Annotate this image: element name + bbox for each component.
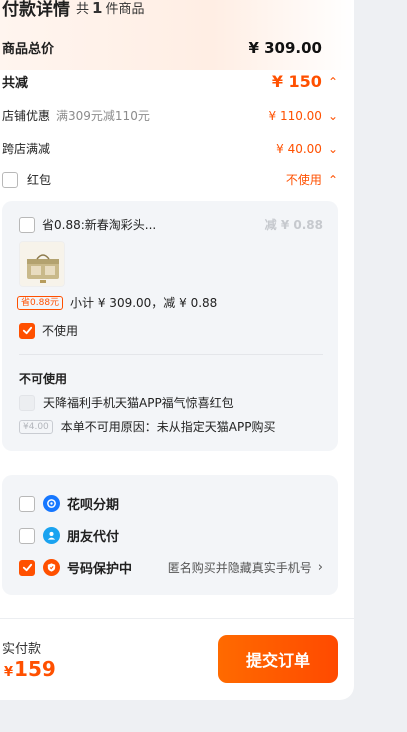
- shop-discount-note: 满309元减110元: [56, 109, 150, 123]
- unavailable-item: 天降福利手机天猫APP福气惊喜红包: [43, 396, 234, 410]
- unavailable-checkbox: [19, 394, 35, 411]
- payment-options-card: 花呗分期 朋友代付 号码保护中 匿名购买并隐藏真实手机号 ›: [2, 475, 338, 595]
- redpacket-row[interactable]: 红包 不使用 ⌃: [2, 171, 338, 188]
- not-use-label: 不使用: [42, 324, 79, 338]
- goods-total-row: 商品总价 ¥ 309.00: [2, 38, 322, 58]
- gift-box-image: [20, 242, 64, 286]
- actual-pay-label-row: 实付款: [2, 638, 41, 657]
- save-tag: 省0.88元: [17, 295, 64, 310]
- shield-icon: [43, 559, 60, 576]
- huabei-icon: [43, 495, 60, 512]
- chevron-up-icon[interactable]: ⌃: [328, 75, 338, 89]
- not-use-checkbox[interactable]: [19, 322, 35, 339]
- goods-total-value: ¥ 309.00: [248, 38, 322, 57]
- submit-order-button[interactable]: 提交订单: [218, 635, 338, 683]
- unavailable-title-row: 不可使用: [19, 370, 67, 387]
- page-header: 付款详情 共 1 件商品: [2, 0, 144, 20]
- cross-store-row[interactable]: 跨店满减 ¥ 40.00 ⌄: [2, 140, 338, 157]
- unavailable-tag: ¥4.00: [19, 419, 53, 434]
- redpacket-checkbox[interactable]: [2, 171, 18, 188]
- unavailable-item-row: 天降福利手机天猫APP福气惊喜红包: [19, 394, 234, 411]
- payment-detail-panel: 付款详情 共 1 件商品 商品总价 ¥ 309.00 共减 ¥ 150 ⌃ 店铺优惠…: [0, 0, 354, 700]
- redpacket-card: 省0.88:新春淘彩头... 减 ¥ 0.88 省0.88元 小计 ¥ 309.…: [2, 201, 338, 451]
- number-protect-checkbox[interactable]: [19, 559, 35, 576]
- huabei-label: 花呗分期: [67, 498, 120, 513]
- check-icon: [22, 563, 32, 572]
- page-title: 付款详情: [2, 0, 70, 20]
- cross-store-value: ¥ 40.00: [276, 141, 322, 156]
- discount-total-row[interactable]: 共减 ¥ 150 ⌃: [2, 72, 338, 91]
- actual-pay-label: 实付款: [2, 642, 42, 657]
- item-count: 共 1 件商品: [76, 0, 145, 17]
- number-protect-row[interactable]: 号码保护中 匿名购买并隐藏真实手机号 ›: [19, 558, 323, 577]
- chevron-down-icon[interactable]: ⌄: [328, 109, 338, 123]
- currency-symbol: ¥: [4, 665, 14, 680]
- unavailable-reason-row: ¥4.00 本单不可用原因：未从指定天猫APP购买: [19, 418, 275, 435]
- redpacket-item-checkbox[interactable]: [19, 216, 35, 233]
- check-icon: [22, 326, 32, 335]
- friend-pay-checkbox[interactable]: [19, 527, 35, 544]
- unavailable-reason: 本单不可用原因：未从指定天猫APP购买: [60, 420, 276, 434]
- redpacket-label: 红包: [27, 173, 52, 187]
- chevron-right-icon[interactable]: ›: [318, 560, 323, 575]
- shop-discount-label: 店铺优惠: [2, 109, 51, 123]
- redpacket-item-row[interactable]: 省0.88:新春淘彩头... 减 ¥ 0.88: [19, 216, 323, 233]
- discount-total-label: 共减: [2, 76, 29, 91]
- shop-discount-row[interactable]: 店铺优惠 满309元减110元 ¥ 110.00 ⌄: [2, 107, 338, 124]
- number-protect-label: 号码保护中: [67, 562, 133, 577]
- actual-pay-amount: ¥ 159: [4, 657, 56, 681]
- subtotal-text: 小计 ¥ 309.00，减 ¥ 0.88: [70, 296, 218, 310]
- chevron-up-icon[interactable]: ⌃: [328, 173, 338, 187]
- friend-pay-row[interactable]: 朋友代付: [19, 526, 119, 545]
- chevron-down-icon[interactable]: ⌄: [328, 142, 338, 156]
- footer-divider: [0, 618, 354, 619]
- redpacket-value: 不使用: [285, 173, 322, 187]
- friend-pay-label: 朋友代付: [67, 530, 120, 545]
- cross-store-label: 跨店满减: [2, 142, 51, 156]
- redpacket-item-discount: 减 ¥ 0.88: [264, 218, 323, 232]
- huabei-row[interactable]: 花呗分期: [19, 494, 119, 513]
- subtotal-row: 省0.88元 小计 ¥ 309.00，减 ¥ 0.88: [17, 294, 217, 311]
- redpacket-item-title: 省0.88:新春淘彩头...: [42, 218, 157, 232]
- shop-discount-value: ¥ 110.00: [268, 108, 322, 123]
- number-protect-desc: 匿名购买并隐藏真实手机号: [167, 561, 312, 575]
- not-use-row[interactable]: 不使用: [19, 322, 78, 339]
- actual-pay-value: 159: [14, 657, 56, 681]
- goods-total-label: 商品总价: [2, 42, 55, 57]
- huabei-checkbox[interactable]: [19, 495, 35, 512]
- discount-total-value: ¥ 150: [271, 72, 322, 91]
- unavailable-title: 不可使用: [19, 372, 68, 386]
- product-thumbnail: [19, 241, 65, 287]
- user-icon: [43, 527, 60, 544]
- divider: [19, 354, 323, 355]
